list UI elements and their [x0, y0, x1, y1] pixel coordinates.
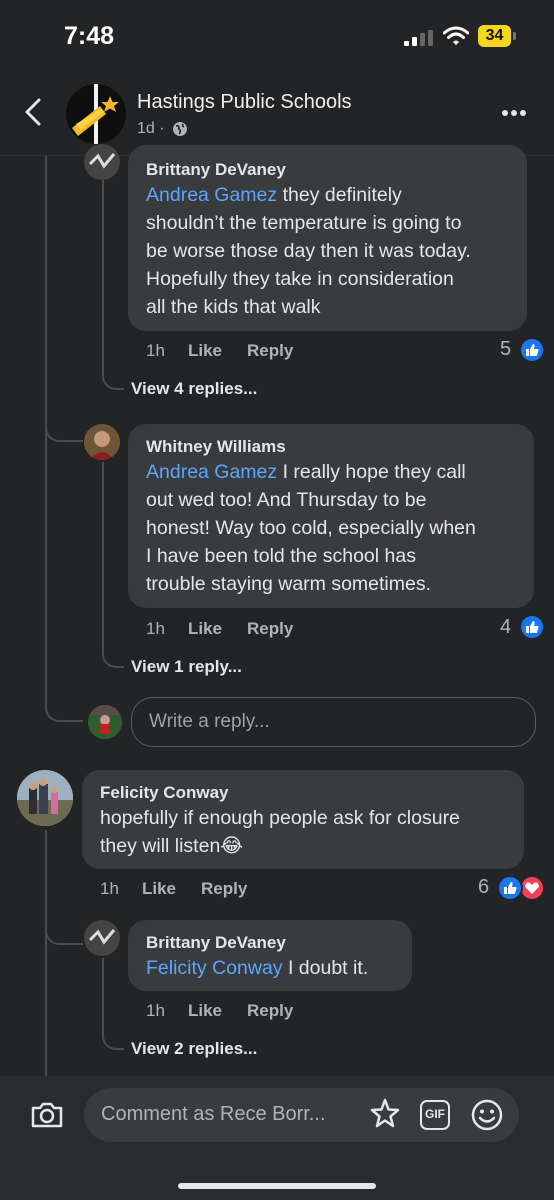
comment-author[interactable]: Felicity Conway	[100, 783, 228, 803]
comment-time: 1h	[146, 619, 165, 638]
like-button[interactable]: Like	[188, 1001, 222, 1021]
comment-author[interactable]: Brittany DeVaney	[146, 160, 286, 180]
back-arrow-icon[interactable]	[18, 92, 52, 132]
reply-button[interactable]: Reply	[247, 341, 293, 361]
battery-icon: 34	[478, 25, 518, 47]
mention-link[interactable]: Felicity Conway	[146, 957, 283, 979]
comment-author[interactable]: Whitney Williams	[146, 437, 286, 457]
thread-connector	[102, 180, 124, 390]
reaction-count[interactable]: 5	[500, 338, 511, 361]
mention-link[interactable]: Andrea Gamez	[146, 184, 277, 206]
signal-icon	[404, 30, 433, 46]
like-button[interactable]: Like	[188, 341, 222, 361]
comment-text: hopefully if enough people ask for closu…	[100, 807, 460, 857]
camera-icon[interactable]	[30, 1100, 64, 1130]
post-time: 1d ·	[137, 120, 165, 137]
avatar[interactable]	[84, 424, 120, 460]
comment-time: 1h	[146, 341, 165, 360]
school-logo	[72, 84, 119, 144]
reply-placeholder: Write a reply...	[149, 711, 270, 732]
like-button[interactable]: Like	[188, 619, 222, 639]
thread-connector	[45, 400, 83, 442]
comment-time: 1h	[146, 1001, 165, 1020]
comment-author[interactable]: Brittany DeVaney	[146, 933, 286, 953]
thread-connector	[102, 462, 124, 668]
reaction-count[interactable]: 4	[500, 616, 511, 639]
comment-time: 1h	[100, 879, 119, 898]
comment-text: Felicity Conway I doubt it.	[146, 957, 369, 979]
emoji-icon[interactable]	[470, 1098, 504, 1132]
like-icon	[519, 337, 545, 363]
thread-connector	[45, 905, 83, 945]
avatar[interactable]	[84, 144, 120, 180]
more-icon[interactable]	[502, 103, 536, 123]
reply-button[interactable]: Reply	[247, 619, 293, 639]
avatar-sticker-icon[interactable]	[367, 1097, 403, 1133]
page-avatar[interactable]	[66, 84, 126, 144]
thread-connector	[102, 958, 124, 1050]
battery-level: 34	[478, 25, 511, 47]
status-time: 7:48	[64, 22, 115, 50]
thread-connector	[45, 690, 83, 722]
gif-icon[interactable]: GIF	[420, 1100, 450, 1130]
comment-text: Andrea Gamez I really hope they call out…	[146, 461, 476, 595]
like-button[interactable]: Like	[142, 879, 176, 899]
avatar	[88, 705, 122, 739]
thread-line	[45, 830, 47, 1076]
avatar[interactable]	[84, 920, 120, 956]
like-icon	[519, 614, 545, 640]
globe-icon	[173, 122, 187, 136]
mention-link[interactable]: Andrea Gamez	[146, 461, 277, 483]
reaction-count[interactable]: 6	[478, 876, 489, 899]
wifi-icon	[443, 26, 469, 45]
like-icon	[497, 875, 523, 901]
home-indicator	[178, 1183, 376, 1189]
view-replies-link[interactable]: View 4 replies...	[131, 379, 257, 399]
page-name[interactable]: Hastings Public Schools	[137, 91, 352, 114]
avatar[interactable]	[17, 770, 73, 826]
comment-text: Andrea Gamez they definitely shouldn’t t…	[146, 184, 471, 318]
view-replies-link[interactable]: View 1 reply...	[131, 657, 242, 677]
view-replies-link[interactable]: View 2 replies...	[131, 1039, 257, 1059]
comment-placeholder: Comment as Rece Borr...	[101, 1103, 326, 1125]
reply-button[interactable]: Reply	[201, 879, 247, 899]
reply-button[interactable]: Reply	[247, 1001, 293, 1021]
